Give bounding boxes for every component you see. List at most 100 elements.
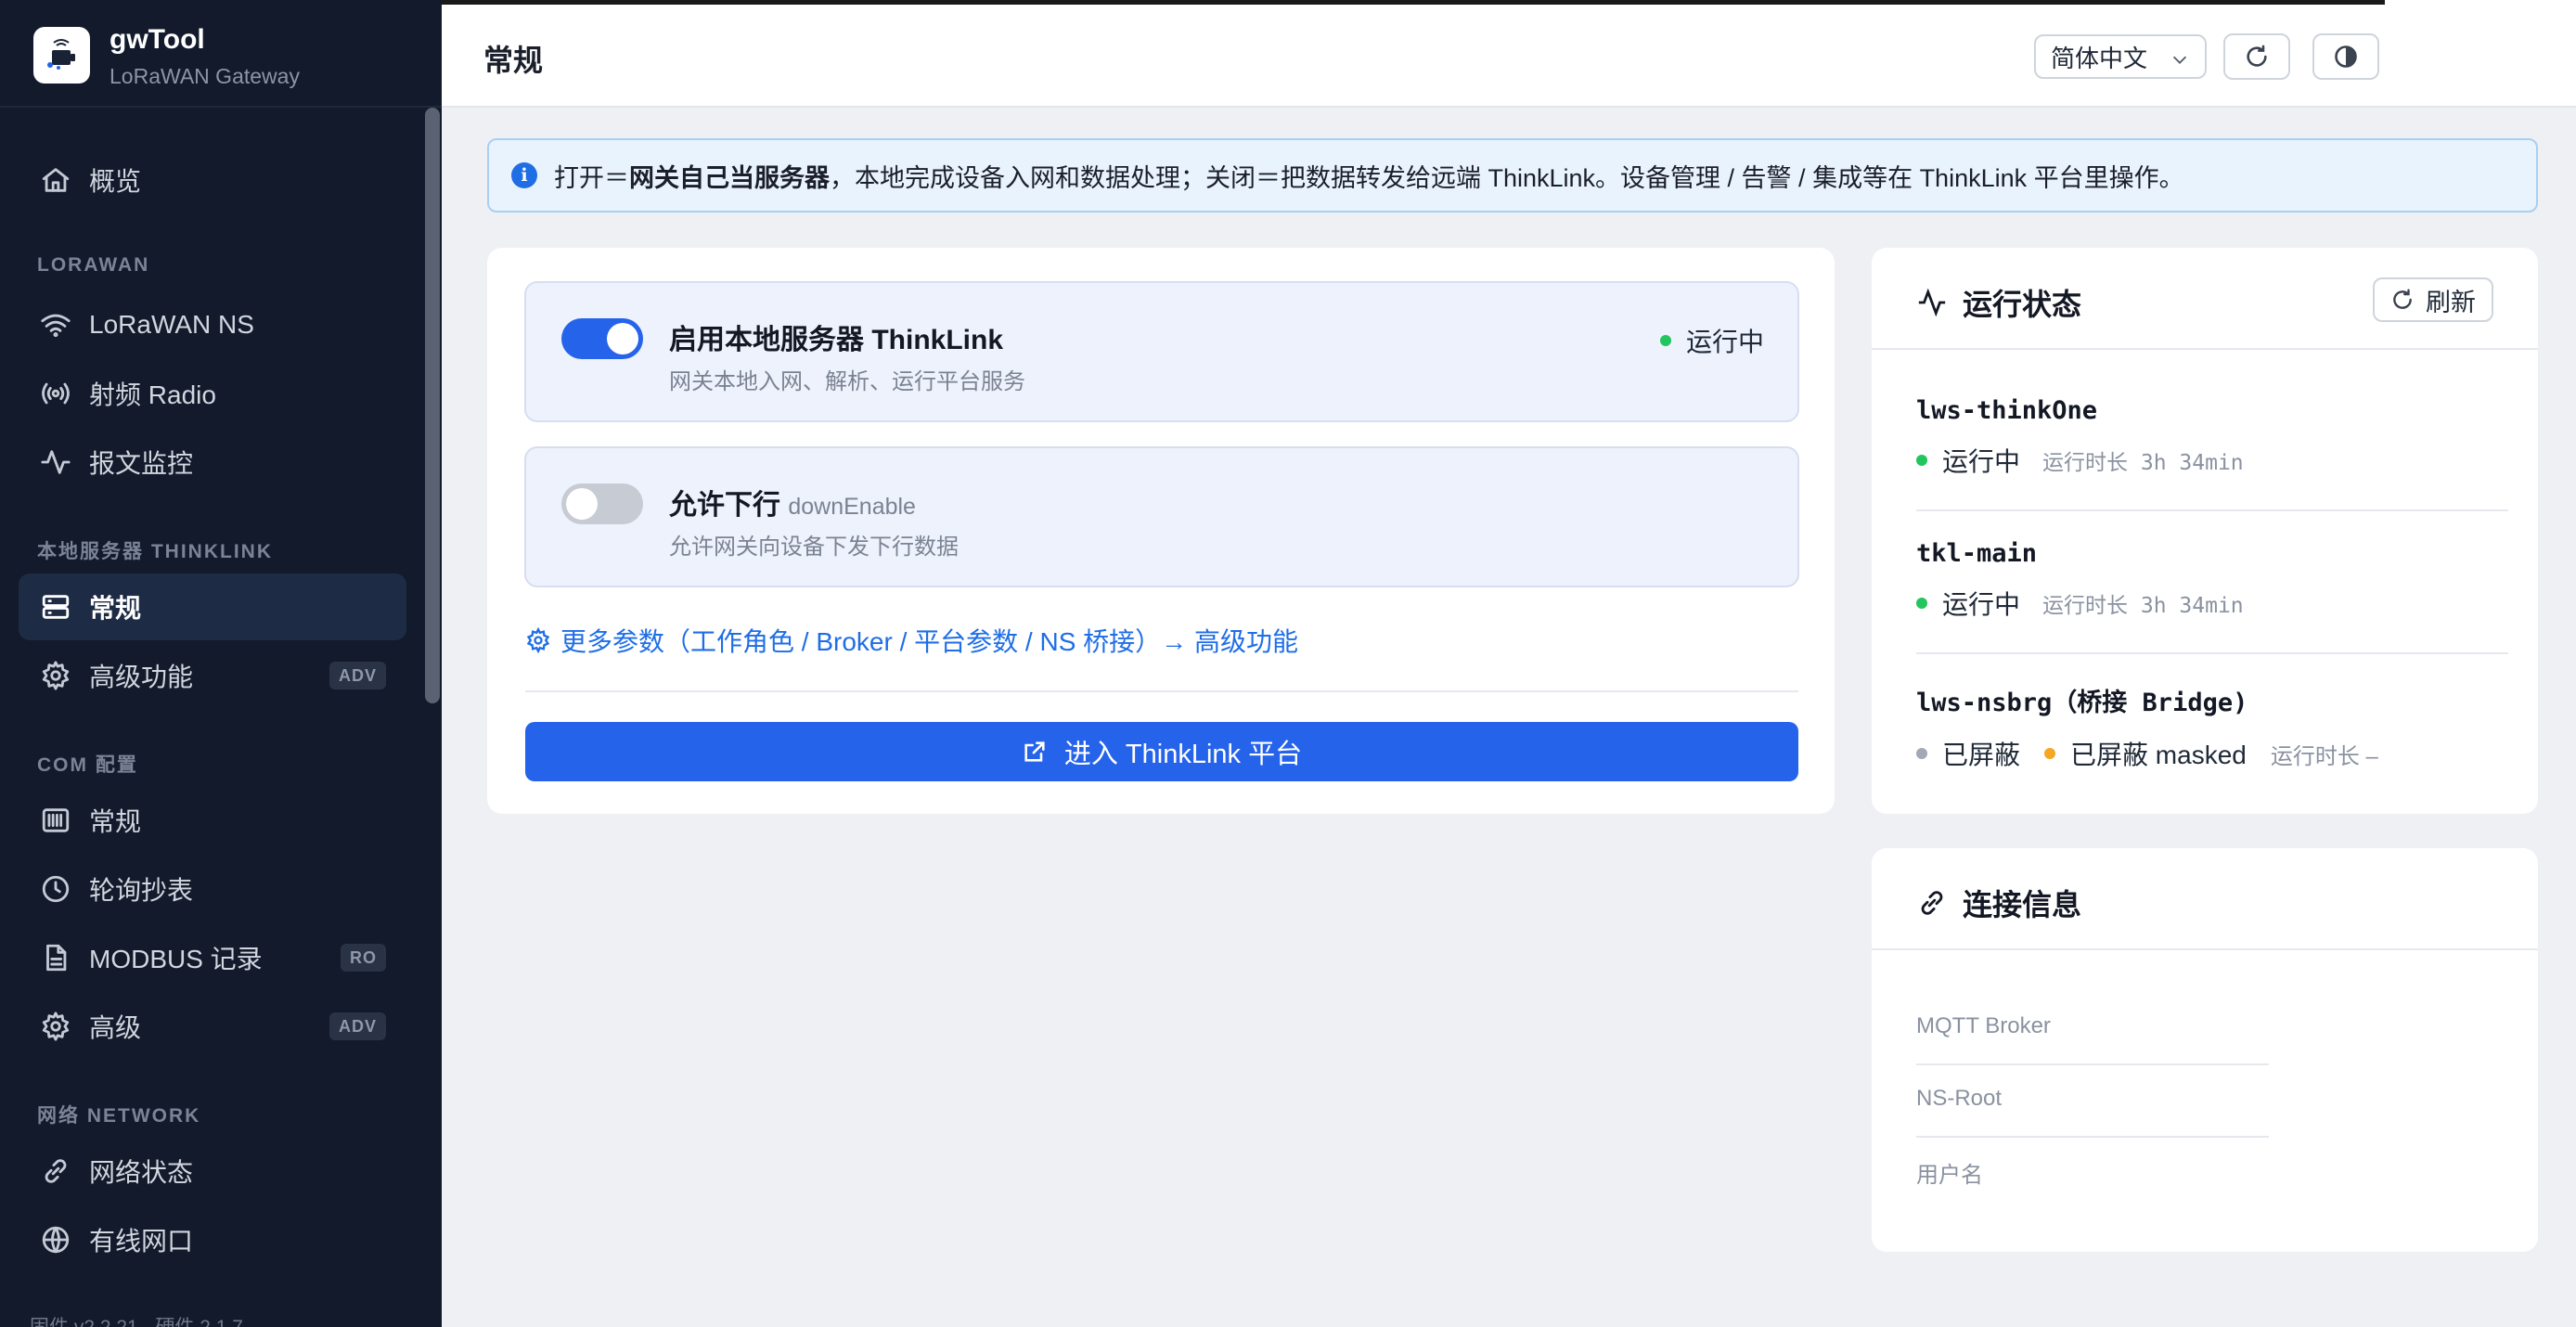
gear-icon: [526, 627, 550, 653]
local-server-description: 网关本地入网、解析、运行平台服务: [669, 369, 1025, 394]
divider: [525, 690, 1798, 692]
link-icon: [39, 1154, 72, 1188]
section-lorawan: LORAWAN: [37, 254, 150, 276]
sidebar-item-ethernet[interactable]: 有线网口: [19, 1206, 406, 1273]
sidebar-item-label: 有线网口: [89, 1227, 194, 1256]
masked-text: 已屏蔽 masked: [2070, 741, 2247, 769]
app-subtitle: LoRaWAN Gateway: [109, 64, 300, 88]
toggle-knob: [566, 488, 598, 520]
sidebar-item-radio[interactable]: 射频 Radio: [19, 360, 406, 427]
refresh-button[interactable]: 刷新: [2373, 277, 2493, 322]
ns-root-label: NS-Root: [1916, 1086, 2003, 1111]
wifi-icon: [39, 308, 72, 341]
downlink-title-text: 允许下行: [669, 490, 780, 521]
local-server-title: 启用本地服务器 ThinkLink: [669, 325, 1003, 355]
banner-rest: ，本地完成设备入网和数据处理；关闭＝把数据转发给远端 ThinkLink。设备管…: [830, 163, 2184, 192]
page-title: 常规: [483, 44, 544, 77]
sidebar-item-lorawan-ns[interactable]: LoRaWAN NS: [19, 291, 406, 358]
connection-title-text: 连接信息: [1963, 888, 2082, 921]
sidebar-item-general[interactable]: 常规: [19, 573, 406, 640]
runtime-title-text: 运行状态: [1963, 288, 2082, 321]
info-icon: i: [511, 162, 537, 188]
clock-icon: [39, 872, 72, 906]
chevron-down-icon: [2170, 47, 2190, 76]
activity-icon: [1918, 288, 1946, 317]
divider: [1916, 509, 2508, 511]
service-uptime: 运行时长 3h 34min: [2042, 594, 2244, 618]
more-params-link[interactable]: 更多参数（工作角色 / Broker / 平台参数 / NS 桥接）→ 高级功能: [525, 622, 1298, 659]
link-icon: [1921, 891, 1943, 915]
external-link-icon: [1024, 741, 1045, 762]
sidebar-item-com-advanced[interactable]: 高级 ADV: [19, 993, 406, 1060]
sidebar-scrollbar[interactable]: [425, 108, 440, 703]
contrast-icon: [2335, 45, 2357, 68]
section-network: 网络 NETWORK: [37, 1105, 201, 1127]
runtime-status-panel: 运行状态 刷新 lws-thinkOne 运行中 运行时长 3h 34min t…: [1872, 248, 2538, 814]
gear-icon: [39, 659, 72, 692]
sidebar-item-advanced-features[interactable]: 高级功能 ADV: [19, 642, 406, 709]
sidebar-item-network-status[interactable]: 网络状态: [19, 1138, 406, 1205]
sidebar-item-polling[interactable]: 轮询抄表: [19, 856, 406, 922]
sidebar-item-label: 常规: [89, 807, 142, 836]
status-dot-icon: [1916, 748, 1927, 759]
sidebar-item-com-general[interactable]: 常规: [19, 787, 406, 854]
sidebar-item-overview[interactable]: 概览: [19, 147, 406, 213]
language-select[interactable]: 简体中文: [2034, 34, 2207, 79]
local-server-status: 运行中: [1659, 322, 1764, 359]
adv-badge: ADV: [328, 662, 386, 689]
connection-info-panel: 连接信息 MQTT Broker NS-Root 用户名: [1872, 848, 2538, 1252]
downlink-toggle[interactable]: [561, 483, 643, 524]
service-status: 已屏蔽 已屏蔽 masked 运行时长 –: [1916, 735, 2490, 772]
brand-header: gwTool LoRaWAN Gateway: [0, 0, 442, 108]
downlink-key: downEnable: [788, 494, 916, 520]
downlink-row: 允许下行 downEnable 允许网关向设备下发下行数据: [524, 446, 1799, 587]
section-com: COM 配置: [37, 754, 138, 776]
username-label: 用户名: [1916, 1163, 1983, 1188]
gateway-logo-icon: [33, 27, 90, 84]
refresh-icon: [2393, 289, 2412, 309]
connection-header: 连接信息: [1872, 848, 2538, 950]
app-title: gwTool: [109, 24, 205, 55]
service-item: lws-nsbrg（桥接 Bridge) 已屏蔽 已屏蔽 masked 运行时长…: [1916, 682, 2490, 772]
status-text: 运行中: [1685, 328, 1764, 356]
server-icon: [39, 590, 72, 624]
banner-text: 打开＝网关自己当服务器，本地完成设备入网和数据处理；关闭＝把数据转发给远端 Th…: [554, 158, 2184, 194]
runtime-header: 运行状态 刷新: [1872, 248, 2538, 350]
enter-thinklink-label: 进入 ThinkLink 平台: [1063, 740, 1303, 769]
connection-title: 连接信息: [1916, 882, 2081, 924]
meter-icon: [39, 804, 72, 837]
theme-toggle-button[interactable]: [2312, 33, 2379, 80]
radio-icon: [39, 377, 72, 410]
service-item: lws-thinkOne 运行中 运行时长 3h 34min: [1916, 396, 2490, 479]
sidebar-item-label: 射频 Radio: [89, 380, 216, 409]
refresh-label: 刷新: [2426, 288, 2476, 316]
section-local-server: 本地服务器 THINKLINK: [37, 541, 273, 562]
runtime-title: 运行状态: [1916, 281, 2081, 324]
enter-thinklink-button[interactable]: 进入 ThinkLink 平台: [525, 722, 1798, 781]
banner-prefix: 打开＝: [554, 163, 629, 192]
sidebar-item-label: 报文监控: [89, 449, 194, 478]
status-text: 运行中: [1942, 590, 2021, 619]
gear-icon: [39, 1010, 72, 1043]
local-server-row: 启用本地服务器 ThinkLink 网关本地入网、解析、运行平台服务 运行中: [524, 281, 1799, 422]
document-icon: [39, 941, 72, 974]
info-banner: i 打开＝网关自己当服务器，本地完成设备入网和数据处理；关闭＝把数据转发给远端 …: [487, 138, 2538, 213]
more-params-text: 更多参数（工作角色 / Broker / 平台参数 / NS 桥接）→ 高级功能: [560, 627, 1298, 656]
local-server-toggle[interactable]: [561, 318, 643, 359]
sidebar-item-packet-monitor[interactable]: 报文监控: [19, 429, 406, 496]
ro-badge: RO: [341, 944, 386, 972]
sidebar-item-label: 网络状态: [89, 1158, 194, 1187]
divider: [1916, 1063, 2269, 1065]
globe-icon: [39, 1223, 72, 1256]
activity-icon: [39, 445, 72, 479]
sidebar-item-label: LoRaWAN NS: [89, 310, 254, 339]
service-uptime: 运行时长 3h 34min: [2042, 451, 2244, 475]
mqtt-broker-label: MQTT Broker: [1916, 1013, 2051, 1038]
service-status: 运行中 运行时长 3h 34min: [1916, 442, 2490, 479]
service-name: tkl-main: [1916, 539, 2038, 568]
reload-button[interactable]: [2223, 33, 2290, 80]
downlink-description: 允许网关向设备下发下行数据: [669, 535, 959, 560]
status-text: 运行中: [1942, 447, 2021, 476]
sidebar-item-modbus-log[interactable]: MODBUS 记录 RO: [19, 924, 406, 991]
top-header: 常规 简体中文: [442, 0, 2576, 108]
